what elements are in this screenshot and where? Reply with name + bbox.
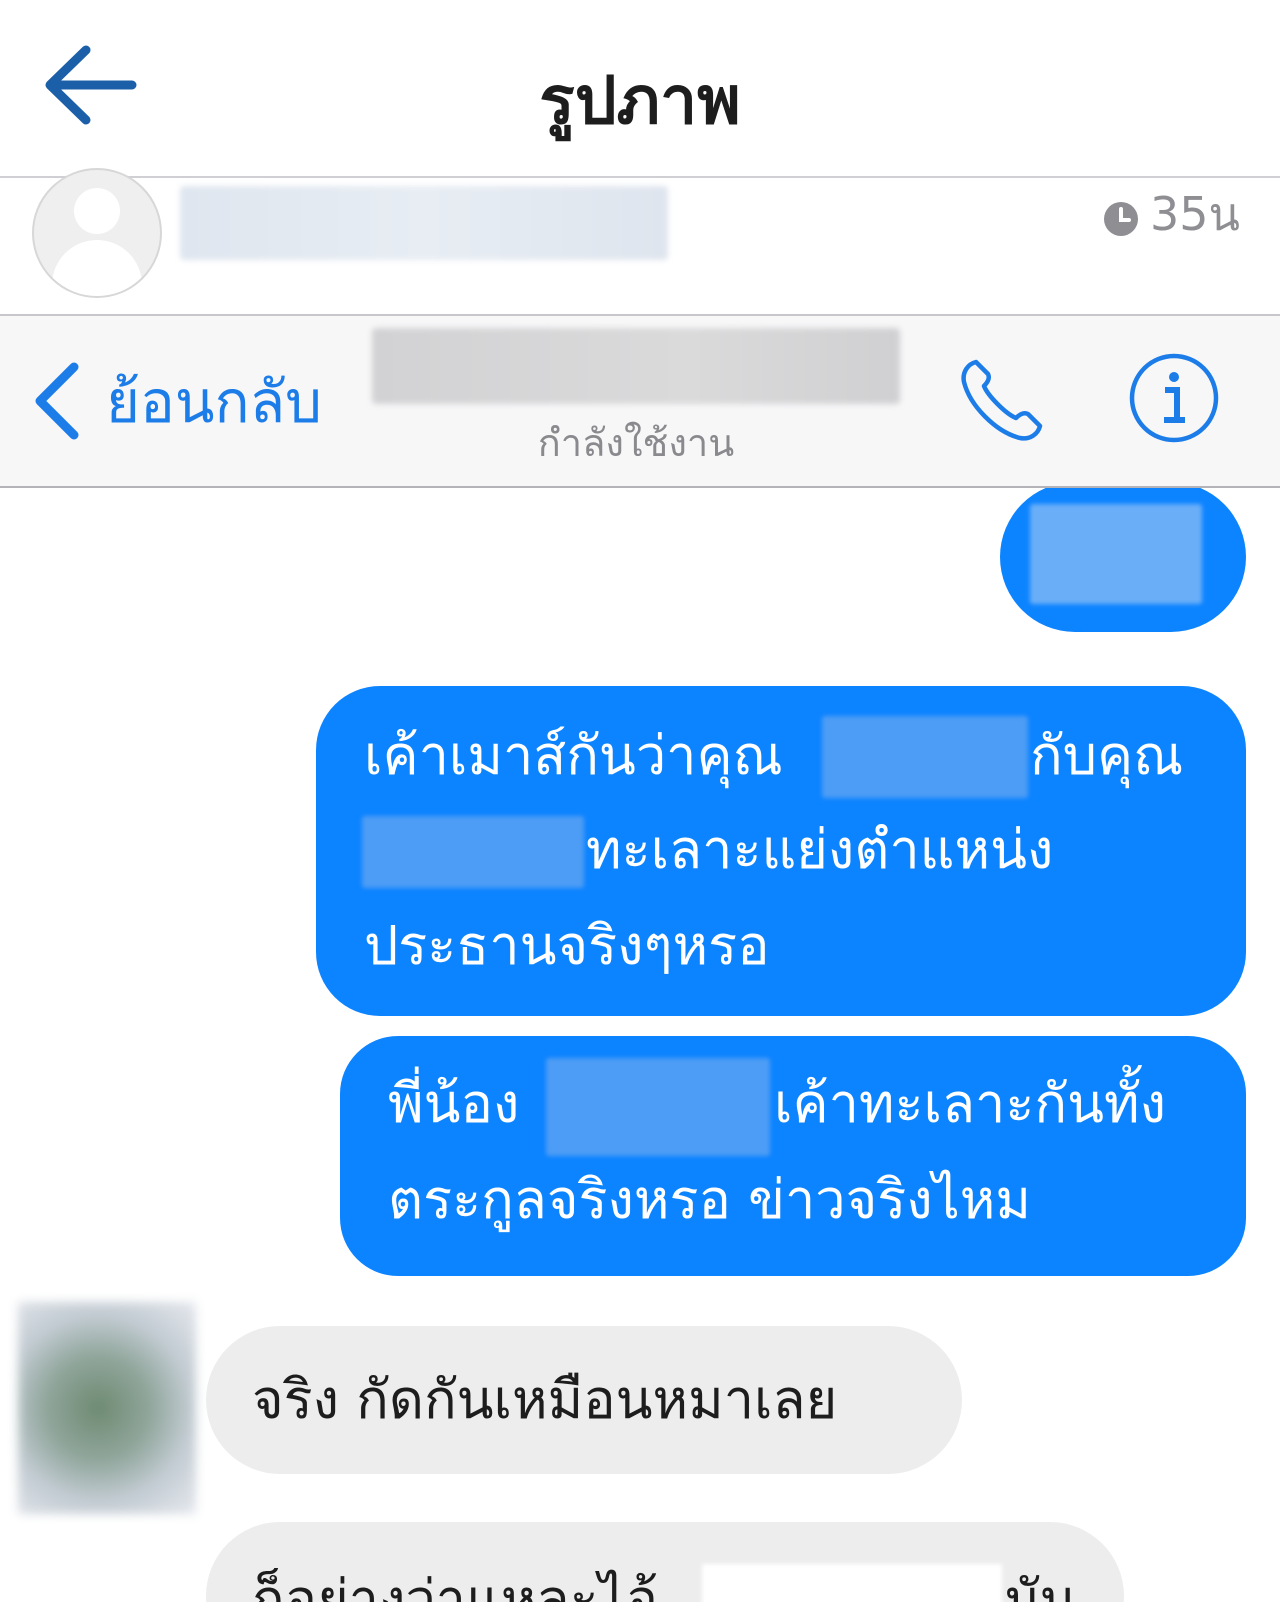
message-text: เค้าทะเลาะกันทั้ง — [774, 1072, 1166, 1135]
redacted-text — [1030, 504, 1202, 604]
incoming-message[interactable]: ก็อย่างว่าแหละไอ้ มัน — [206, 1522, 1124, 1602]
contact-status: กำลังใช้งาน — [537, 421, 735, 465]
redacted-name — [546, 1058, 770, 1156]
avatar-placeholder[interactable] — [32, 168, 162, 298]
phone-icon[interactable] — [956, 354, 1048, 446]
redacted-name — [362, 816, 584, 888]
nav-back-label: ย้อนกลับ — [106, 367, 322, 436]
message-text: ตระกูลจริงหรอ ข่าวจริงไหม — [388, 1168, 1031, 1231]
nav-back-button[interactable]: ย้อนกลับ — [30, 356, 322, 446]
clock-icon — [1102, 195, 1140, 236]
avatar-body-shape — [52, 240, 142, 296]
message-text: พี่น้อง — [388, 1072, 520, 1135]
message-text: เค้าเมาส์กันว่าคุณ — [364, 724, 783, 787]
post-meta-row: 35น — [0, 168, 1280, 316]
page-title: รูปภาพ — [539, 62, 741, 139]
incoming-message[interactable]: จริง กัดกันเหมือนหมาเลย — [206, 1326, 962, 1474]
chevron-left-icon — [30, 359, 84, 443]
redacted-contact-name — [372, 328, 900, 404]
outgoing-message[interactable]: เค้าเมาส์กันว่าคุณ กับคุณ ทะเลาะแย่งตำแห… — [316, 686, 1246, 1016]
messenger-nav-bar: ย้อนกลับ กำลังใช้งาน — [0, 316, 1280, 488]
redacted-name — [702, 1564, 1002, 1602]
redacted-name — [822, 716, 1028, 798]
top-header: รูปภาพ — [0, 0, 1280, 178]
message-text: จริง กัดกันเหมือนหมาเลย — [252, 1368, 838, 1431]
message-text: มัน — [1004, 1568, 1077, 1602]
sender-avatar[interactable] — [18, 1302, 196, 1514]
avatar-head-shape — [74, 188, 120, 234]
outgoing-message[interactable]: พี่น้อง เค้าทะเลาะกันทั้ง ตระกูลจริงหรอ … — [340, 1036, 1246, 1276]
message-text: ทะเลาะแย่งตำแหน่ง — [586, 818, 1054, 881]
message-text: ประธานจริงๆหรอ — [364, 914, 770, 977]
message-text: ก็อย่างว่าแหละไอ้ — [252, 1568, 659, 1602]
outgoing-message-redacted[interactable] — [1000, 488, 1246, 632]
chat-thread[interactable]: เค้าเมาส์กันว่าคุณ กับคุณ ทะเลาะแย่งตำแห… — [0, 488, 1280, 1602]
info-icon[interactable] — [1128, 352, 1220, 444]
post-timestamp: 35น — [1102, 184, 1240, 244]
message-text: กับคุณ — [1030, 724, 1184, 787]
redacted-author-name — [180, 186, 668, 260]
post-time-text: 35น — [1150, 186, 1240, 241]
